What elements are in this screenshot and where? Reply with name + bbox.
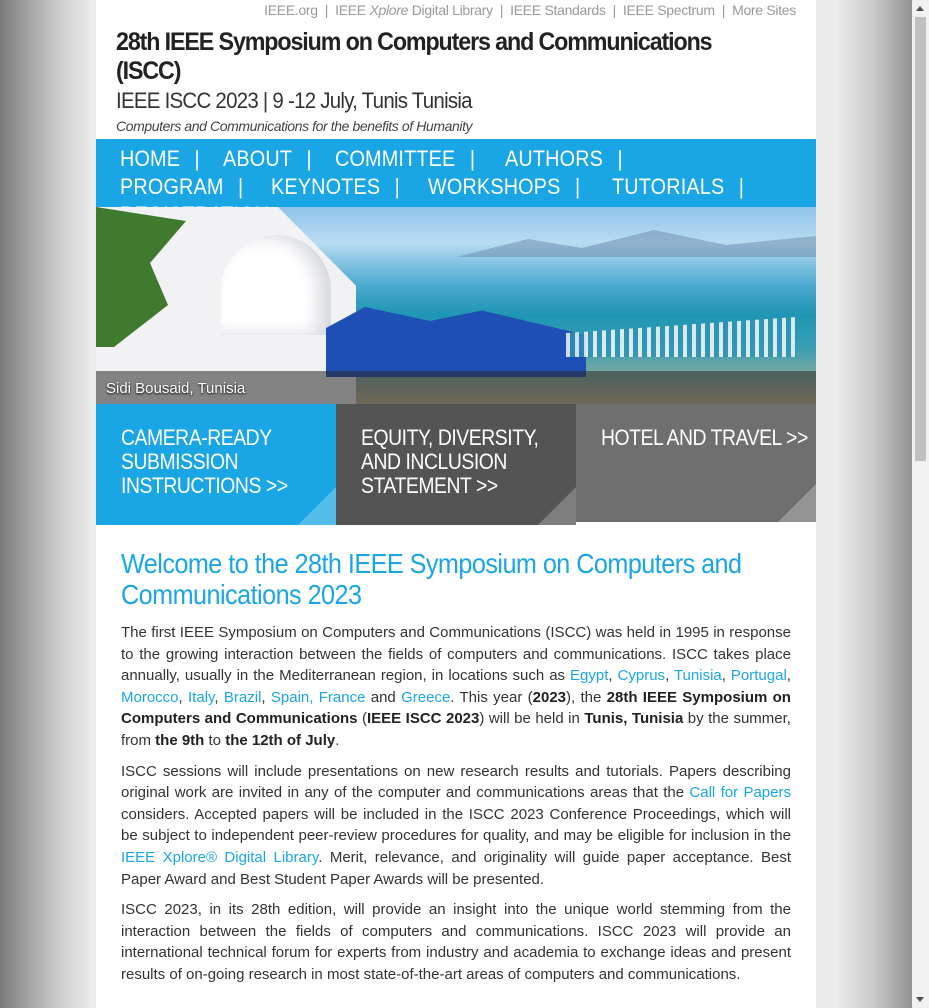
nav-item-program: PROGRAM | bbox=[120, 173, 256, 201]
scroll-up-arrow-icon[interactable] bbox=[916, 6, 924, 11]
tile-label: HOTEL AND TRAVEL >> bbox=[601, 425, 808, 450]
corner-arrow-icon bbox=[298, 487, 336, 525]
ieee-xplore-link[interactable]: IEEE Xplore Digital Library bbox=[335, 2, 493, 22]
nav-about-link[interactable]: ABOUT bbox=[223, 146, 292, 171]
ieee-top-links: IEEE.org | IEEE Xplore Digital Library |… bbox=[264, 2, 796, 22]
nav-item-about: ABOUT | bbox=[223, 145, 324, 173]
scrollbar-thumb[interactable] bbox=[915, 17, 926, 461]
nav-item-keynotes: KEYNOTES | bbox=[271, 173, 413, 201]
nav-separator: | bbox=[194, 146, 200, 171]
site-header: 28th IEEE Symposium on Computers and Com… bbox=[116, 28, 816, 134]
nav-program-link[interactable]: PROGRAM bbox=[120, 174, 224, 199]
hero-caption: Sidi Bousaid, Tunisia bbox=[106, 380, 246, 397]
tile-hotel-travel[interactable]: HOTEL AND TRAVEL >> bbox=[576, 404, 816, 522]
link-greece[interactable]: Greece bbox=[401, 689, 450, 706]
ieee-xplore-library-link[interactable]: IEEE Xplore® Digital Library bbox=[121, 849, 318, 866]
dome-shape bbox=[221, 235, 331, 335]
feature-tiles: CAMERA-READY SUBMISSION INSTRUCTIONS >> … bbox=[96, 404, 816, 525]
main-content: Welcome to the 28th IEEE Symposium on Co… bbox=[121, 548, 791, 995]
nav-separator: | bbox=[470, 146, 476, 171]
link-cyprus[interactable]: Cyprus bbox=[618, 667, 666, 684]
site-subtitle: IEEE ISCC 2023 | 9 -12 July, Tunis Tunis… bbox=[116, 88, 473, 113]
nav-separator: | bbox=[394, 174, 401, 199]
nav-separator: | bbox=[738, 174, 744, 199]
vertical-scrollbar[interactable] bbox=[912, 0, 929, 1008]
nav-item-workshops: WORKSHOPS | bbox=[428, 173, 593, 201]
nav-home-link[interactable]: HOME bbox=[120, 146, 180, 171]
edition-paragraph: ISCC 2023, in its 28th edition, will pro… bbox=[121, 901, 791, 983]
nav-separator: | bbox=[237, 174, 244, 199]
nav-tutorials-link[interactable]: TUTORIALS bbox=[612, 174, 724, 199]
link-morocco[interactable]: Morocco bbox=[121, 689, 179, 706]
nav-item-home: HOME | bbox=[120, 145, 212, 173]
intro-paragraph: The first IEEE Symposium on Computers an… bbox=[121, 624, 791, 749]
separator: | bbox=[721, 2, 726, 18]
nav-item-authors: AUTHORS | bbox=[505, 145, 635, 173]
page: IEEE.org | IEEE Xplore Digital Library |… bbox=[96, 0, 816, 1008]
separator: | bbox=[499, 2, 504, 18]
ieee-org-link[interactable]: IEEE.org bbox=[264, 2, 318, 22]
more-sites-link[interactable]: More Sites bbox=[732, 2, 796, 22]
nav-keynotes-link[interactable]: KEYNOTES bbox=[271, 174, 380, 199]
link-egypt[interactable]: Egypt bbox=[570, 667, 608, 684]
nav-committee-link[interactable]: COMMITTEE bbox=[335, 146, 455, 171]
separator: | bbox=[324, 2, 329, 18]
tile-equity-diversity[interactable]: EQUITY, DIVERSITY, AND INCLUSION STATEME… bbox=[336, 404, 576, 525]
link-spain-france[interactable]: Spain, France bbox=[271, 689, 366, 706]
nav-separator: | bbox=[306, 146, 312, 171]
link-tunis-tunisia[interactable]: Tunis, Tunisia bbox=[584, 710, 683, 727]
link-italy[interactable]: Italy bbox=[188, 689, 214, 706]
welcome-heading: Welcome to the 28th IEEE Symposium on Co… bbox=[121, 548, 742, 610]
nav-separator: | bbox=[617, 146, 623, 171]
ieee-spectrum-link[interactable]: IEEE Spectrum bbox=[623, 2, 715, 22]
link-tunisia[interactable]: Tunisia bbox=[674, 667, 722, 684]
nav-item-tutorials: TUTORIALS | bbox=[612, 173, 757, 201]
scroll-down-arrow-icon[interactable] bbox=[916, 997, 924, 1002]
corner-arrow-icon bbox=[538, 487, 576, 525]
hero-banner-image: Sidi Bousaid, Tunisia bbox=[96, 207, 816, 404]
nav-workshops-link[interactable]: WORKSHOPS bbox=[428, 174, 561, 199]
nav-authors-link[interactable]: AUTHORS bbox=[505, 146, 603, 171]
sessions-paragraph: ISCC sessions will include presentations… bbox=[121, 762, 791, 888]
nav-separator: | bbox=[575, 174, 581, 199]
link-portugal[interactable]: Portugal bbox=[731, 667, 787, 684]
site-tagline: Computers and Communications for the ben… bbox=[116, 118, 473, 134]
blue-umbrellas-shape bbox=[326, 307, 586, 377]
site-title[interactable]: 28th IEEE Symposium on Computers and Com… bbox=[116, 28, 767, 86]
separator: | bbox=[612, 2, 617, 18]
corner-arrow-icon bbox=[778, 484, 816, 522]
main-nav: HOME | ABOUT | COMMITTEE | AUTHORS | PROGRAM… bbox=[96, 139, 816, 227]
nav-item-committee: COMMITTEE | bbox=[335, 145, 488, 173]
ieee-standards-link[interactable]: IEEE Standards bbox=[510, 2, 606, 22]
call-for-papers-link[interactable]: Call for Papers bbox=[689, 784, 791, 801]
link-brazil[interactable]: Brazil bbox=[224, 689, 262, 706]
mountains-shape bbox=[456, 230, 816, 257]
tile-camera-ready[interactable]: CAMERA-READY SUBMISSION INSTRUCTIONS >> bbox=[96, 404, 336, 525]
marina-boats-shape bbox=[566, 317, 796, 357]
